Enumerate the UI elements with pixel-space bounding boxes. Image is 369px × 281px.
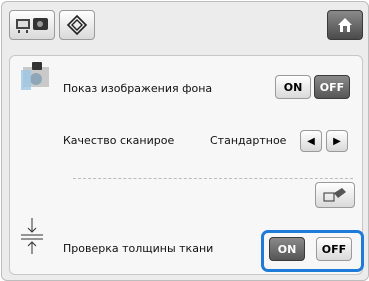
scan-quality-prev-button[interactable]: ◀ [300, 130, 322, 152]
home-button[interactable] [327, 10, 363, 40]
scan-quality-value: Стандартное [210, 134, 287, 147]
background-on-button[interactable]: ON [275, 75, 311, 99]
thickness-on-button[interactable]: ON [269, 237, 305, 261]
settings-panel: Показ изображения фона ON OFF Качество с… [1, 1, 369, 281]
eraser-icon [323, 188, 346, 202]
scan-quality-label: Качество сканирое [63, 134, 175, 147]
thickness-check-label: Проверка толщины ткани [63, 242, 214, 255]
thickness-off-button[interactable]: OFF [316, 237, 352, 261]
background-image-icon [21, 62, 49, 90]
frame-camera-icon [16, 18, 48, 33]
background-off-button[interactable]: OFF [314, 75, 350, 99]
pattern-button[interactable] [59, 10, 95, 40]
eraser-button[interactable] [315, 182, 355, 208]
right-arrow-icon: ▶ [333, 135, 341, 147]
diamond-pattern-icon [66, 14, 88, 36]
thickness-check-icon [21, 218, 43, 254]
frame-scan-button[interactable] [9, 10, 55, 40]
background-display-label: Показ изображения фона [63, 82, 213, 95]
left-arrow-icon: ◀ [307, 135, 315, 147]
home-icon [338, 18, 352, 32]
top-toolbar [2, 2, 368, 48]
divider [73, 178, 353, 179]
scan-quality-next-button[interactable]: ▶ [326, 130, 348, 152]
